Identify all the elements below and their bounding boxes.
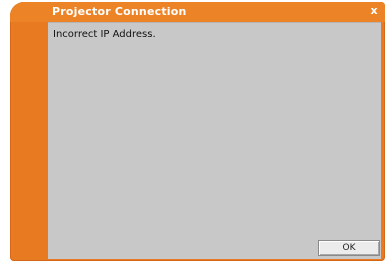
dialog-content: Incorrect IP Address. OK (48, 22, 381, 259)
ok-button[interactable]: OK (318, 240, 380, 256)
title-bar: Projector Connection x (10, 2, 385, 22)
error-message: Incorrect IP Address. (53, 29, 156, 40)
close-button[interactable]: x (367, 3, 381, 19)
projector-connection-dialog: Projector Connection x Incorrect IP Addr… (10, 2, 385, 261)
window-title: Projector Connection (52, 5, 187, 18)
